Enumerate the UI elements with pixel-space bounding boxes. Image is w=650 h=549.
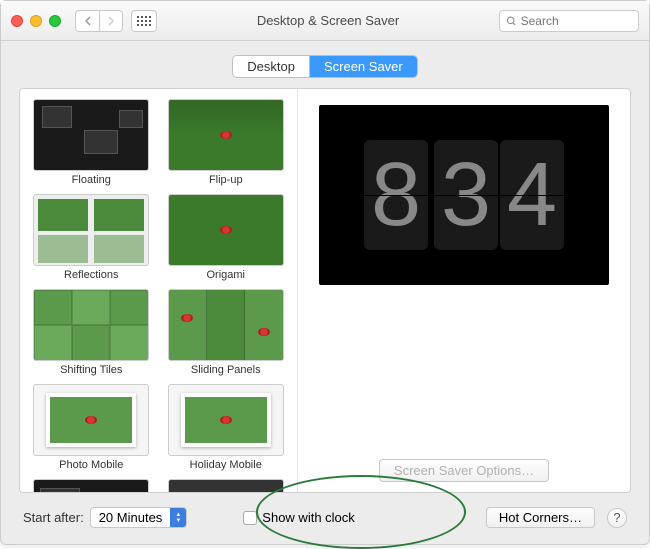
screensaver-options-button[interactable]: Screen Saver Options… [379, 459, 549, 482]
close-button[interactable] [11, 15, 23, 27]
window-controls [11, 15, 61, 27]
start-after-label: Start after: [23, 510, 84, 525]
clock-hour: 8 [364, 140, 428, 250]
bottom-bar: Start after: 20 Minutes ▲▼ Show with clo… [1, 503, 649, 544]
tab-desktop[interactable]: Desktop [233, 56, 310, 77]
tab-screensaver[interactable]: Screen Saver [310, 56, 417, 77]
window-title: Desktop & Screen Saver [165, 13, 491, 28]
thumb-photo-mobile [33, 384, 149, 456]
thumb-origami [168, 194, 284, 266]
thumb-reflections [33, 194, 149, 266]
thumb-sliding-panels [168, 289, 284, 361]
stepper-arrows-icon: ▲▼ [170, 508, 186, 527]
saver-label: Flip-up [209, 174, 243, 186]
saver-shifting-tiles[interactable]: Shifting Tiles [30, 289, 153, 376]
show-all-button[interactable] [131, 10, 157, 32]
screensaver-preview[interactable]: 8 3 4 [319, 105, 609, 285]
show-with-clock-label: Show with clock [262, 510, 354, 525]
start-after-select[interactable]: 20 Minutes ▲▼ [90, 507, 188, 528]
saver-reflections[interactable]: Reflections [30, 194, 153, 281]
preview-panel: 8 3 4 Screen Saver Options… [298, 89, 630, 492]
saver-label: Reflections [64, 269, 118, 281]
saver-origami[interactable]: Origami [165, 194, 288, 281]
search-input[interactable] [521, 14, 632, 28]
saver-holiday-mobile[interactable]: Holiday Mobile [165, 384, 288, 471]
saver-label: Floating [72, 174, 111, 186]
forward-button[interactable] [99, 10, 123, 32]
saver-sliding-panels[interactable]: Sliding Panels [165, 289, 288, 376]
titlebar: Desktop & Screen Saver [1, 1, 649, 41]
saver-label: Shifting Tiles [60, 364, 122, 376]
saver-label: Origami [206, 269, 245, 281]
chevron-right-icon [107, 16, 115, 26]
thumb-flip-up [168, 99, 284, 171]
thumb-partial-1 [33, 479, 149, 492]
zoom-button[interactable] [49, 15, 61, 27]
start-after-value: 20 Minutes [91, 510, 171, 525]
back-button[interactable] [75, 10, 99, 32]
clock-min-ones: 4 [500, 140, 564, 250]
saver-label: Photo Mobile [59, 459, 123, 471]
minimize-button[interactable] [30, 15, 42, 27]
screensaver-list[interactable]: Floating Flip-up Reflections Origami [20, 89, 298, 492]
thumb-floating [33, 99, 149, 171]
search-icon [506, 15, 517, 27]
hot-corners-button[interactable]: Hot Corners… [486, 507, 595, 528]
thumb-partial-2 [168, 479, 284, 492]
saver-label: Holiday Mobile [190, 459, 262, 471]
saver-label: Sliding Panels [191, 364, 261, 376]
thumb-shifting-tiles [33, 289, 149, 361]
saver-partial-1[interactable] [30, 479, 153, 492]
saver-flip-up[interactable]: Flip-up [165, 99, 288, 186]
content-panel: Floating Flip-up Reflections Origami [19, 88, 631, 493]
help-button[interactable]: ? [607, 508, 627, 528]
tab-group: Desktop Screen Saver [1, 41, 649, 88]
saver-photo-mobile[interactable]: Photo Mobile [30, 384, 153, 471]
show-with-clock-option[interactable]: Show with clock [243, 510, 354, 525]
chevron-left-icon [84, 16, 92, 26]
saver-floating[interactable]: Floating [30, 99, 153, 186]
saver-partial-2[interactable] [165, 479, 288, 492]
preferences-window: Desktop & Screen Saver Desktop Screen Sa… [0, 0, 650, 545]
nav-buttons [75, 10, 123, 32]
show-with-clock-checkbox[interactable] [243, 511, 257, 525]
clock-min-tens: 3 [434, 140, 498, 250]
thumb-holiday-mobile [168, 384, 284, 456]
search-field[interactable] [499, 10, 639, 32]
